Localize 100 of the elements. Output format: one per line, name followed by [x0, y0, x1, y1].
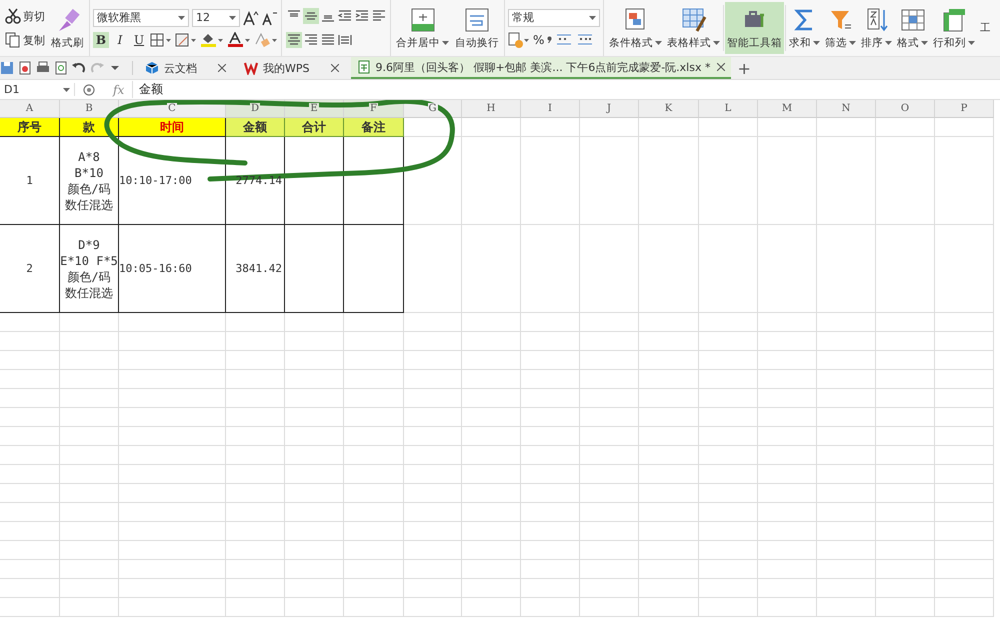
sort-button[interactable]: 排序	[859, 2, 894, 54]
document-tab[interactable]: 9.6阿里（回头客） 假聊+包邮 美滨... 下午6点前完成蒙爱-阮.xlsx *	[350, 57, 732, 79]
column-header[interactable]: B	[84, 103, 94, 114]
export-icon[interactable]	[18, 61, 32, 75]
toolbox-button[interactable]: 智能工具箱	[725, 2, 784, 54]
column-header[interactable]: G	[428, 103, 438, 114]
function-label[interactable]: fx	[113, 82, 124, 96]
column-header[interactable]: I	[547, 103, 553, 114]
name-box[interactable]: D1	[0, 83, 75, 96]
undo-icon[interactable]	[72, 61, 86, 75]
column-header[interactable]: D	[250, 103, 260, 114]
table-cell: 1	[26, 172, 33, 188]
toolbar-button[interactable]: 工	[978, 2, 993, 54]
document-tab[interactable]: 云文档	[139, 57, 232, 79]
column-header[interactable]: L	[724, 103, 732, 114]
fill-pattern-icon	[175, 32, 197, 46]
bold-button[interactable]: B	[93, 32, 109, 48]
table-cell	[639, 522, 699, 541]
filter-button[interactable]: 筛选	[823, 2, 858, 54]
rows-columns-button[interactable]: 行和列	[931, 2, 977, 54]
table-cell	[0, 579, 60, 598]
column-header[interactable]: H	[486, 103, 496, 114]
table-cell	[521, 522, 580, 541]
table-cell	[0, 503, 60, 522]
table-cell	[935, 351, 994, 370]
table-cell	[60, 598, 119, 617]
table-cell	[817, 313, 876, 332]
font-name-field[interactable]: 微软雅黑	[93, 8, 189, 26]
table-cell	[60, 503, 119, 522]
caret-icon	[63, 88, 70, 92]
cut-button[interactable]: 剪切	[3, 7, 47, 25]
table-cell	[226, 370, 285, 389]
table-cell	[935, 560, 994, 579]
table-cell	[580, 522, 639, 541]
copy-button[interactable]: 复制	[3, 31, 47, 49]
format-button[interactable]: 格式	[895, 2, 930, 54]
table-cell	[876, 465, 935, 484]
printer-icon[interactable]	[36, 61, 50, 75]
column-header[interactable]: N	[840, 103, 852, 114]
table-cell	[639, 389, 699, 408]
table-cell	[226, 541, 285, 560]
table-cell	[699, 389, 758, 408]
table-cell	[580, 351, 639, 370]
table-cell	[758, 579, 817, 598]
format-painter-button[interactable]: 格式刷	[49, 2, 86, 54]
formula-field[interactable]: 金额	[132, 81, 1000, 98]
table-cell	[404, 484, 462, 503]
table-cell	[935, 541, 994, 560]
table-cell	[935, 598, 994, 617]
table-cell	[876, 427, 935, 446]
align-center-icon[interactable]	[286, 32, 302, 48]
table-cell	[580, 465, 639, 484]
wrap-text-button[interactable]: 自动换行	[453, 2, 501, 54]
column-header[interactable]: O	[900, 103, 910, 114]
align-middle-icon[interactable]	[302, 8, 318, 24]
table-cell	[758, 503, 817, 522]
table-cell	[699, 332, 758, 351]
table-cell	[60, 446, 119, 465]
column-header[interactable]: F	[369, 103, 378, 114]
table-cell	[285, 465, 344, 484]
column-header[interactable]: A	[24, 103, 34, 114]
underline-button[interactable]: U	[131, 32, 147, 48]
new-tab-button[interactable]: +	[737, 58, 751, 78]
table-cell	[699, 465, 758, 484]
table-cell	[521, 370, 580, 389]
table-cell	[758, 370, 817, 389]
table-cell	[60, 332, 119, 351]
table-cell	[521, 408, 580, 427]
table-cell	[521, 313, 580, 332]
column-header[interactable]: K	[664, 103, 674, 114]
table-cell	[521, 541, 580, 560]
spreadsheet-icon	[356, 60, 370, 74]
save-icon[interactable]	[0, 61, 14, 75]
table-cell	[0, 522, 60, 541]
table-cell	[935, 579, 994, 598]
table-cell	[639, 465, 699, 484]
column-header[interactable]: P	[960, 103, 968, 114]
table-cell	[817, 427, 876, 446]
conditional-format-button[interactable]: 条件格式	[607, 2, 664, 54]
table-cell	[404, 408, 462, 427]
merge-center-button[interactable]: 合并居中	[394, 2, 451, 54]
percent-button[interactable]: %	[533, 32, 544, 46]
font-size-field[interactable]: 12	[192, 8, 240, 26]
column-header[interactable]: E	[309, 103, 319, 114]
table-cell	[60, 313, 119, 332]
table-cell	[344, 389, 404, 408]
decrease-font-icon	[262, 10, 278, 26]
merge-cells-icon	[410, 6, 436, 32]
table-style-button[interactable]: 表格样式	[665, 2, 722, 54]
italic-button[interactable]: I	[112, 32, 128, 48]
caret-icon	[229, 16, 236, 20]
table-cell	[876, 503, 935, 522]
column-header[interactable]: C	[167, 103, 177, 114]
table-cell: 备注	[344, 118, 404, 137]
number-format-field[interactable]: 常规	[508, 8, 600, 26]
sum-button[interactable]: 求和	[787, 2, 822, 54]
document-tab[interactable]: 我的WPS	[238, 57, 344, 79]
column-header[interactable]: J	[606, 103, 612, 114]
column-header[interactable]: M	[780, 103, 794, 114]
print-preview-icon[interactable]	[54, 61, 68, 75]
